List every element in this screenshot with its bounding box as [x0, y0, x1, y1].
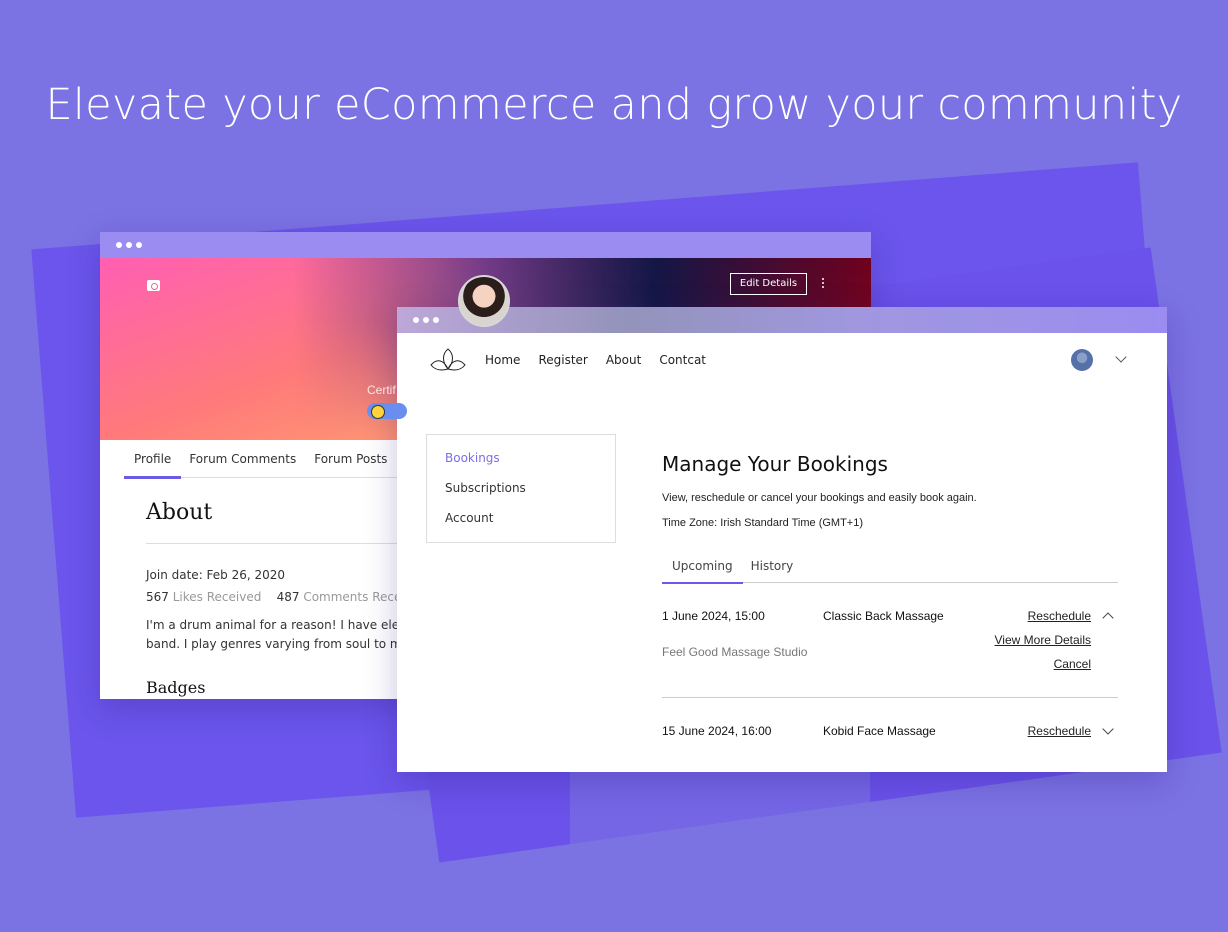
- bookings-tabs: Upcoming History: [662, 559, 1118, 584]
- bookings-window: Home Register About Contcat Bookings Sub…: [397, 307, 1167, 772]
- likes-count: 567: [146, 590, 169, 604]
- edit-details-button[interactable]: Edit Details: [730, 273, 807, 295]
- sidebar-item-subscriptions[interactable]: Subscriptions: [445, 477, 597, 507]
- timezone-label: Time Zone: Irish Standard Time (GMT+1): [662, 517, 864, 529]
- comments-count: 487: [276, 590, 300, 604]
- user-avatar[interactable]: [1071, 349, 1093, 371]
- window-dot-icon: [116, 242, 122, 248]
- more-options-icon[interactable]: [822, 278, 824, 288]
- account-sidebar: Bookings Subscriptions Account: [426, 434, 616, 543]
- background-shape: [570, 760, 870, 932]
- sidebar-item-bookings[interactable]: Bookings: [445, 447, 597, 477]
- lotus-logo-icon[interactable]: [429, 347, 467, 373]
- badge-pill: [367, 403, 407, 419]
- profile-avatar[interactable]: [458, 275, 510, 327]
- headline: Elevate your eCommerce and grow your com…: [45, 80, 1183, 130]
- window-titlebar: [100, 232, 871, 258]
- chevron-down-icon[interactable]: [1102, 723, 1114, 735]
- tab-history[interactable]: History: [751, 559, 794, 583]
- sidebar-item-account[interactable]: Account: [445, 507, 597, 537]
- reschedule-link[interactable]: Reschedule: [1028, 609, 1091, 623]
- chevron-down-icon[interactable]: [1115, 351, 1127, 363]
- window-dot-icon: [413, 317, 419, 323]
- nav-register[interactable]: Register: [538, 353, 587, 367]
- booking-date: 1 June 2024, 15:00: [662, 609, 765, 623]
- booking-row: 15 June 2024, 16:00 Kobid Face Massage R…: [662, 698, 1118, 758]
- cancel-link[interactable]: Cancel: [1054, 657, 1091, 671]
- tab-forum-posts[interactable]: Forum Posts: [314, 440, 387, 478]
- window-dot-icon: [423, 317, 429, 323]
- booking-service: Classic Back Massage: [823, 609, 944, 623]
- profile-bio: I'm a drum animal for a reason! I have e…: [146, 616, 406, 654]
- nav-home[interactable]: Home: [485, 353, 520, 367]
- bookings-main: Manage Your Bookings View, reschedule or…: [662, 452, 1118, 758]
- booking-service: Kobid Face Massage: [823, 724, 936, 738]
- window-dot-icon: [126, 242, 132, 248]
- reschedule-link[interactable]: Reschedule: [1028, 724, 1091, 738]
- tab-upcoming[interactable]: Upcoming: [662, 559, 743, 584]
- camera-icon[interactable]: [147, 280, 160, 291]
- bio-line: band. I play genres varying from soul to…: [146, 637, 406, 651]
- tab-profile[interactable]: Profile: [123, 440, 182, 479]
- nav-about[interactable]: About: [606, 353, 641, 367]
- chevron-up-icon[interactable]: [1102, 612, 1114, 624]
- cover-label: Certif: [367, 383, 396, 397]
- nav-contact[interactable]: Contcat: [659, 353, 706, 367]
- likes-label: Likes Received: [172, 590, 262, 604]
- booking-date: 15 June 2024, 16:00: [662, 724, 772, 738]
- page-title: Manage Your Bookings: [662, 452, 888, 476]
- window-dot-icon: [136, 242, 142, 248]
- booking-row: 1 June 2024, 15:00 Classic Back Massage …: [662, 583, 1118, 698]
- page-description: View, reschedule or cancel your bookings…: [662, 492, 977, 504]
- site-nav: Home Register About Contcat: [397, 333, 1167, 387]
- bio-line: I'm a drum animal for a reason! I have e…: [146, 618, 406, 632]
- window-titlebar: [397, 307, 1167, 333]
- tab-forum-comments[interactable]: Forum Comments: [189, 440, 296, 478]
- window-dot-icon: [433, 317, 439, 323]
- booking-studio: Feel Good Massage Studio: [662, 645, 808, 659]
- view-more-details-link[interactable]: View More Details: [995, 633, 1091, 647]
